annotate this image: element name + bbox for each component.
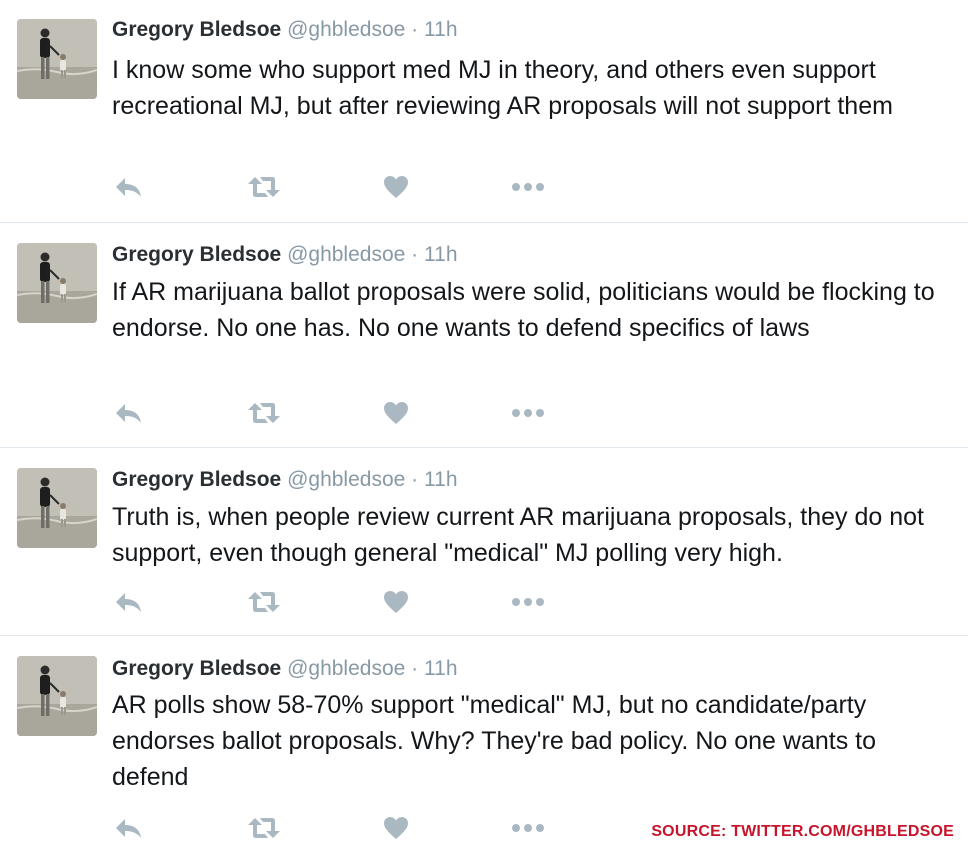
reply-icon bbox=[116, 404, 141, 423]
author-handle[interactable]: @ghbledsoe bbox=[287, 18, 405, 41]
retweet-icon bbox=[248, 592, 280, 612]
like-button[interactable] bbox=[382, 587, 410, 617]
reply-button[interactable] bbox=[112, 587, 146, 617]
avatar[interactable] bbox=[17, 243, 97, 323]
reply-icon bbox=[116, 178, 141, 197]
retweet-button[interactable] bbox=[246, 587, 282, 617]
more-button[interactable] bbox=[510, 172, 546, 202]
reply-icon bbox=[116, 593, 141, 612]
like-button[interactable] bbox=[382, 813, 410, 843]
more-icon bbox=[512, 183, 544, 191]
tweet-text: I know some who support med MJ in theory… bbox=[112, 56, 893, 120]
more-button[interactable] bbox=[510, 398, 546, 428]
tweet[interactable]: Gregory Bledsoe @ghbledsoe · 11h I know … bbox=[0, 0, 968, 222]
avatar-photo bbox=[17, 656, 97, 736]
like-button[interactable] bbox=[382, 398, 410, 428]
tweet-header: Gregory Bledsoe @ghbledsoe · 11h bbox=[112, 17, 458, 43]
more-icon bbox=[512, 824, 544, 832]
tweet-header: Gregory Bledsoe @ghbledsoe · 11h bbox=[112, 656, 458, 682]
heart-icon bbox=[384, 176, 408, 198]
retweet-icon bbox=[248, 818, 280, 838]
more-icon bbox=[512, 598, 544, 606]
separator: · bbox=[411, 18, 419, 41]
timestamp[interactable]: 11h bbox=[424, 468, 457, 491]
heart-icon bbox=[384, 591, 408, 613]
author-handle[interactable]: @ghbledsoe bbox=[287, 243, 405, 266]
retweet-button[interactable] bbox=[246, 398, 282, 428]
avatar-photo bbox=[17, 243, 97, 323]
tweet-text: If AR marijuana ballot proposals were so… bbox=[112, 278, 935, 342]
author-name[interactable]: Gregory Bledsoe bbox=[112, 657, 281, 680]
reply-button[interactable] bbox=[112, 398, 146, 428]
reply-button[interactable] bbox=[112, 813, 146, 843]
author-name[interactable]: Gregory Bledsoe bbox=[112, 18, 281, 41]
timestamp[interactable]: 11h bbox=[424, 18, 457, 41]
avatar-photo bbox=[17, 468, 97, 548]
tweet[interactable]: Gregory Bledsoe @ghbledsoe · 11h Truth i… bbox=[0, 448, 968, 635]
tweet-text: AR polls show 58-70% support "medical" M… bbox=[112, 691, 876, 791]
avatar[interactable] bbox=[17, 19, 97, 99]
author-handle[interactable]: @ghbledsoe bbox=[287, 468, 405, 491]
avatar-photo bbox=[17, 19, 97, 99]
author-name[interactable]: Gregory Bledsoe bbox=[112, 243, 281, 266]
heart-icon bbox=[384, 817, 408, 839]
more-button[interactable] bbox=[510, 587, 546, 617]
retweet-icon bbox=[248, 403, 280, 423]
separator: · bbox=[411, 468, 419, 491]
retweet-button[interactable] bbox=[246, 813, 282, 843]
like-button[interactable] bbox=[382, 172, 410, 202]
tweet-header: Gregory Bledsoe @ghbledsoe · 11h bbox=[112, 242, 458, 268]
tweet-header: Gregory Bledsoe @ghbledsoe · 11h bbox=[112, 467, 458, 493]
avatar[interactable] bbox=[17, 468, 97, 548]
separator: · bbox=[411, 657, 419, 680]
retweet-icon bbox=[248, 177, 280, 197]
separator: · bbox=[411, 243, 419, 266]
tweet[interactable]: Gregory Bledsoe @ghbledsoe · 11h AR poll… bbox=[0, 636, 968, 852]
tweet[interactable]: Gregory Bledsoe @ghbledsoe · 11h If AR m… bbox=[0, 223, 968, 447]
author-handle[interactable]: @ghbledsoe bbox=[287, 657, 405, 680]
more-icon bbox=[512, 409, 544, 417]
timestamp[interactable]: 11h bbox=[424, 657, 457, 680]
reply-icon bbox=[116, 819, 141, 838]
source-credit: SOURCE: TWITTER.COM/GHBLEDSOE bbox=[651, 823, 954, 840]
more-button[interactable] bbox=[510, 813, 546, 843]
tweet-text: Truth is, when people review current AR … bbox=[112, 503, 924, 567]
avatar[interactable] bbox=[17, 656, 97, 736]
reply-button[interactable] bbox=[112, 172, 146, 202]
retweet-button[interactable] bbox=[246, 172, 282, 202]
heart-icon bbox=[384, 402, 408, 424]
author-name[interactable]: Gregory Bledsoe bbox=[112, 468, 281, 491]
timestamp[interactable]: 11h bbox=[424, 243, 457, 266]
